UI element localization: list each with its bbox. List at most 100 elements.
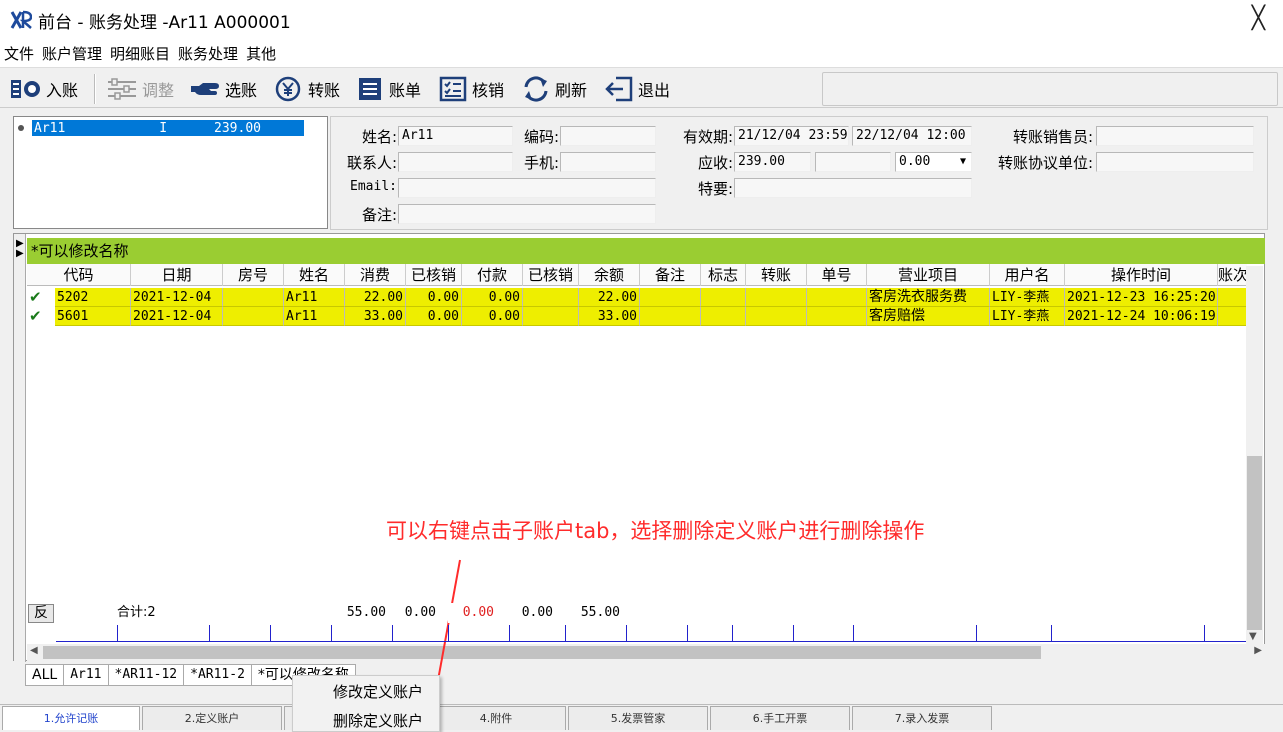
- code-field[interactable]: [560, 126, 656, 146]
- cell-written-off-2: [523, 307, 579, 326]
- account-list[interactable]: Ar11 I 239.00: [13, 116, 328, 229]
- tab-manual-invoice[interactable]: 6.手工开票: [710, 706, 850, 730]
- special-label: 特要:: [697, 180, 733, 198]
- col-written-off[interactable]: 已核销: [406, 264, 462, 286]
- menu-file[interactable]: 文件: [0, 43, 38, 64]
- col-flag[interactable]: 标志: [701, 264, 746, 286]
- tab-all[interactable]: ALL: [26, 665, 65, 685]
- col-date[interactable]: 日期: [131, 264, 223, 286]
- menu-other[interactable]: 其他: [242, 43, 280, 64]
- writeoff-label: 核销: [472, 81, 505, 100]
- toolbar-separator: [94, 74, 96, 104]
- cell-payment: 0.00: [462, 288, 523, 307]
- post-label: 入账: [46, 81, 79, 100]
- valid-to-field[interactable]: 22/12/04 12:00: [852, 126, 972, 146]
- account-list-item[interactable]: Ar11 I 239.00: [18, 120, 304, 136]
- refresh-button[interactable]: 刷新: [521, 74, 587, 104]
- table-row[interactable]: ✔ 5601 2021-12-04 Ar11 33.00 0.00 0.00 3…: [27, 307, 1247, 326]
- col-written-off-2[interactable]: 已核销: [523, 264, 579, 286]
- vertical-scrollbar[interactable]: ▼: [1246, 266, 1263, 644]
- receivable-select[interactable]: 0.00 ▼: [895, 152, 972, 172]
- menu-item-delete-defined-account[interactable]: 删除定义账户: [333, 710, 423, 731]
- valid-from-field[interactable]: 21/12/04 23:59: [734, 126, 849, 146]
- vertical-scroll-thumb[interactable]: [1247, 456, 1262, 630]
- receivable-field-2[interactable]: [815, 152, 891, 172]
- chevron-down-icon[interactable]: ▼: [1249, 631, 1257, 642]
- chevron-right-icon[interactable]: ▶: [1254, 645, 1262, 656]
- menu-account-management[interactable]: 账户管理: [38, 43, 106, 64]
- col-username[interactable]: 用户名: [990, 264, 1065, 286]
- transfer-button[interactable]: 转账: [272, 74, 340, 104]
- tab-ar11[interactable]: Ar11: [64, 665, 109, 685]
- tab-ar11-2[interactable]: *AR11-2: [184, 665, 252, 685]
- tab-ar11-12[interactable]: *AR11-12: [109, 665, 185, 685]
- tab-enter-invoice[interactable]: 7.录入发票: [852, 706, 992, 730]
- cell-account-seq: [1218, 288, 1247, 307]
- horizontal-scrollbar[interactable]: ◀ ▶: [27, 644, 1265, 661]
- col-business-item[interactable]: 营业项目: [867, 264, 990, 286]
- cell-room: [223, 288, 284, 307]
- tab-invoice-manager[interactable]: 5.发票管家: [568, 706, 708, 730]
- total-balance: 55.00: [565, 603, 624, 623]
- agreement-unit-field[interactable]: [1096, 152, 1254, 172]
- total-payment: 0.00: [448, 603, 498, 623]
- col-payment[interactable]: 付款: [462, 264, 523, 286]
- select-account-label: 选账: [225, 81, 258, 100]
- contact-label: 联系人:: [346, 154, 397, 172]
- col-transfer[interactable]: 转账: [746, 264, 807, 286]
- col-remark[interactable]: 备注: [640, 264, 701, 286]
- post-button[interactable]: 入账: [10, 74, 78, 104]
- agreement-unit-label: 转账协议单位:: [997, 154, 1093, 172]
- menu-account-processing[interactable]: 账务处理: [174, 43, 242, 64]
- window-title: 前台 - 账务处理 -Ar11 A000001: [38, 12, 291, 33]
- seller-field[interactable]: [1096, 126, 1254, 146]
- writeoff-button[interactable]: 核销: [438, 74, 504, 104]
- col-balance[interactable]: 余额: [579, 264, 640, 286]
- group-header[interactable]: *可以修改名称: [27, 238, 1265, 264]
- col-operation-time[interactable]: 操作时间: [1065, 264, 1218, 286]
- exit-button[interactable]: 退出: [604, 74, 670, 104]
- cell-consume: 33.00: [345, 307, 406, 326]
- bottom-tab-bar: 1.允许记账 2.定义账户 4.附件 5.发票管家 6.手工开票 7.录入发票: [0, 704, 1283, 732]
- col-room[interactable]: 房号: [223, 264, 284, 286]
- horizontal-scroll-thumb[interactable]: [43, 646, 1041, 659]
- reverse-button[interactable]: 反: [28, 604, 54, 623]
- checkmark-icon: ✔: [27, 307, 55, 326]
- mobile-field[interactable]: [560, 152, 656, 172]
- receivable-field[interactable]: 239.00: [734, 152, 811, 172]
- cell-balance: 22.00: [579, 288, 640, 307]
- mobile-label: 手机:: [523, 154, 559, 172]
- tab-define-account[interactable]: 2.定义账户: [142, 706, 282, 730]
- name-field[interactable]: Ar11: [398, 126, 513, 146]
- col-consume[interactable]: 消费: [345, 264, 406, 286]
- seller-label: 转账销售员:: [1012, 128, 1093, 146]
- toolbar: 入账 调整 选账 转账 账单 核销 刷新 退出: [0, 70, 1283, 108]
- close-icon[interactable]: ╳: [1252, 6, 1265, 31]
- chevron-left-icon[interactable]: ◀: [30, 645, 38, 656]
- col-account-seq[interactable]: 账次: [1218, 264, 1247, 286]
- tab-attachments[interactable]: 4.附件: [426, 706, 566, 730]
- cell-account-seq: [1218, 307, 1247, 326]
- cell-code: 5601: [55, 307, 131, 326]
- contact-field[interactable]: [398, 152, 513, 172]
- select-account-button[interactable]: 选账: [189, 74, 257, 104]
- special-field[interactable]: [734, 178, 972, 198]
- col-name[interactable]: 姓名: [284, 264, 345, 286]
- table-row[interactable]: ✔ 5202 2021-12-04 Ar11 22.00 0.00 0.00 2…: [27, 288, 1247, 307]
- menu-item-edit-defined-account[interactable]: 修改定义账户: [333, 681, 423, 702]
- email-field[interactable]: [398, 178, 656, 198]
- cell-room: [223, 307, 284, 326]
- remark-field[interactable]: [398, 204, 656, 224]
- cell-written-off: 0.00: [406, 288, 462, 307]
- col-order-no[interactable]: 单号: [807, 264, 867, 286]
- menu-detail-items[interactable]: 明细账目: [106, 43, 174, 64]
- tab-allow-posting[interactable]: 1.允许记账: [2, 706, 140, 730]
- col-code[interactable]: 代码: [27, 264, 131, 286]
- adjust-button[interactable]: 调整: [106, 74, 174, 104]
- bill-button[interactable]: 账单: [355, 74, 421, 104]
- bill-icon: [359, 78, 381, 100]
- valid-period-label: 有效期:: [682, 128, 733, 146]
- email-label: Email:: [350, 179, 397, 194]
- cell-balance: 33.00: [579, 307, 640, 326]
- grid-column-header: 代码 日期 房号 姓名 消费 已核销 付款 已核销 余额 备注 标志 转账 单号…: [27, 264, 1247, 286]
